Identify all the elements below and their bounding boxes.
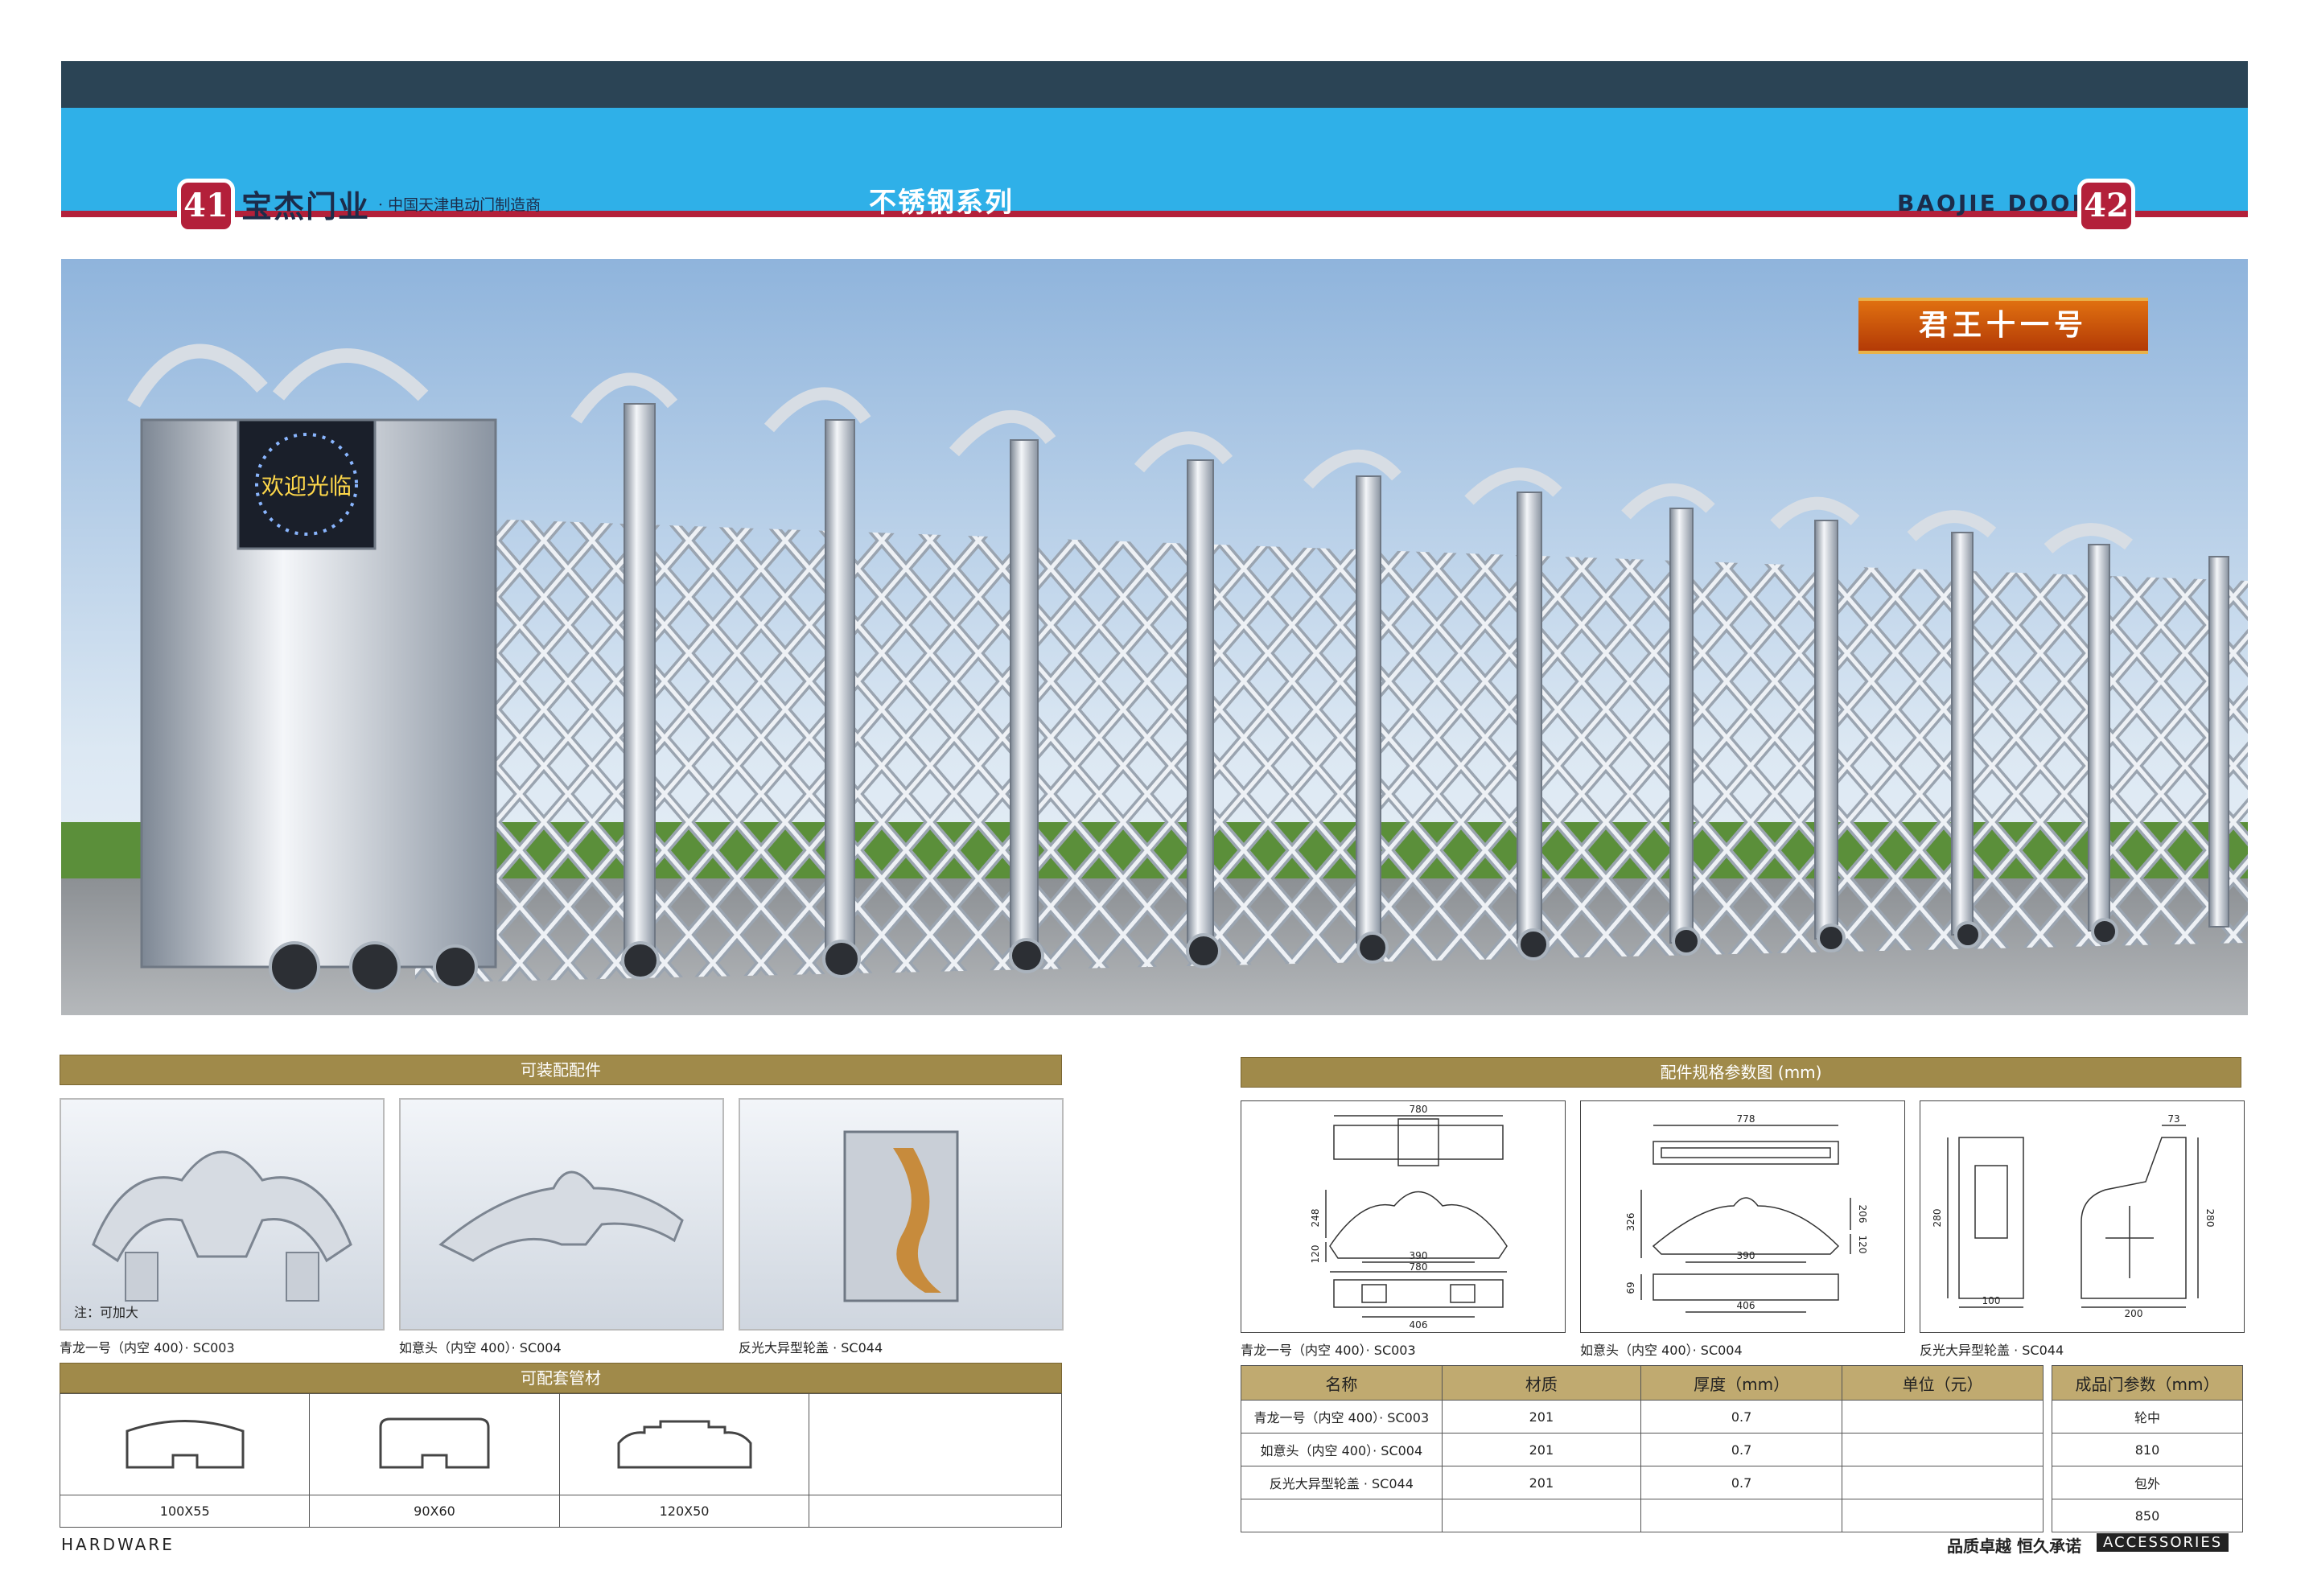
- drawings-title: 配件规格参数图 (mm): [1241, 1057, 2241, 1088]
- svg-text:406: 406: [1737, 1300, 1755, 1311]
- svg-text:778: 778: [1737, 1113, 1755, 1125]
- table-row: 810: [2052, 1433, 2243, 1466]
- svg-text:326: 326: [1625, 1213, 1636, 1232]
- profile-shape-100x55: [59, 1393, 311, 1495]
- svg-text:120: 120: [1857, 1236, 1868, 1254]
- svg-text:73: 73: [2167, 1113, 2179, 1125]
- table-row: 青龙一号（内空 400）· SC003 201 0.7: [1241, 1400, 2044, 1434]
- svg-text:406: 406: [1410, 1319, 1428, 1331]
- params-table: 成品门参数（mm） 轮中 810 包外 850: [2052, 1365, 2243, 1532]
- spec-table: 名称 材质 厚度（mm） 单位（元） 青龙一号（内空 400）· SC003 2…: [1241, 1365, 2044, 1532]
- accessory-caption-sc044: 反光大异型轮盖 · SC044: [739, 1340, 883, 1355]
- svg-text:120: 120: [1310, 1245, 1321, 1264]
- profile-label: 90X60: [309, 1495, 560, 1528]
- drawing-sc004: 778 326 206 120 390 69 406: [1580, 1100, 1905, 1333]
- svg-text:390: 390: [1410, 1250, 1428, 1261]
- table-row: 如意头（内空 400）· SC004 201 0.7: [1241, 1433, 2044, 1466]
- accessory-note: 注：可加大: [74, 1305, 138, 1320]
- drawing-caption-sc004: 如意头（内空 400）· SC004: [1580, 1343, 1743, 1358]
- svg-text:200: 200: [2125, 1308, 2143, 1319]
- svg-text:280: 280: [2204, 1209, 2216, 1228]
- spec-header-name: 名称: [1241, 1365, 1443, 1401]
- drawing-caption-sc044: 反光大异型轮盖 · SC044: [1920, 1343, 2064, 1358]
- svg-text:780: 780: [1410, 1261, 1428, 1273]
- brand-name: 宝杰门业: [241, 189, 371, 224]
- table-row: 包外: [2052, 1466, 2243, 1499]
- profile-label: 100X55: [59, 1495, 311, 1528]
- footer-slogan: 品质卓越 恒久承诺: [1947, 1536, 2081, 1556]
- profile-label: 120X50: [558, 1495, 810, 1528]
- brand-tagline: · 中国天津电动门制造商: [378, 196, 541, 214]
- spec-header-price: 单位（元）: [1842, 1365, 2044, 1401]
- svg-text:780: 780: [1410, 1104, 1428, 1115]
- svg-text:280: 280: [1932, 1209, 1943, 1228]
- spec-header-material: 材质: [1441, 1365, 1642, 1401]
- accessories-title: 可装配配件: [60, 1055, 1062, 1085]
- accessory-caption-sc004: 如意头（内空 400）· SC004: [399, 1340, 562, 1355]
- drawing-sc044: 280 100 73 280 200: [1920, 1100, 2245, 1333]
- table-row: 850: [2052, 1499, 2243, 1532]
- params-header: 成品门参数（mm）: [2052, 1365, 2243, 1401]
- svg-text:206: 206: [1857, 1205, 1868, 1224]
- spec-header-thickness: 厚度（mm）: [1640, 1365, 1843, 1401]
- accessory-photo-sc044: [739, 1098, 1064, 1331]
- profiles-table: 100X55 90X60 120X50: [59, 1393, 1062, 1528]
- profile-shape-empty: [809, 1393, 1062, 1495]
- footer-accessories-badge: ACCESSORIES: [2097, 1533, 2229, 1552]
- welcome-sign-text: 欢迎光临: [261, 473, 352, 500]
- profile-shape-90x60: [309, 1393, 560, 1495]
- accessory-caption-sc003: 青龙一号（内空 400）· SC003: [60, 1340, 235, 1355]
- drawing-caption-sc003: 青龙一号（内空 400）· SC003: [1241, 1343, 1416, 1358]
- footer-hardware: HARDWARE: [61, 1535, 175, 1554]
- svg-text:69: 69: [1625, 1281, 1636, 1294]
- table-row: [1241, 1499, 2044, 1532]
- gate-illustration: 欢迎光临: [61, 259, 2248, 1015]
- gate-photo: 欢迎光临: [61, 259, 2248, 1015]
- profile-shape-120x50: [558, 1393, 810, 1495]
- page-number-left: 41: [177, 179, 235, 233]
- accessory-photo-sc004: [399, 1098, 724, 1331]
- table-row: 轮中: [2052, 1400, 2243, 1434]
- page-number-right: 42: [2077, 179, 2135, 233]
- profiles-title: 可配套管材: [60, 1363, 1062, 1393]
- series-title: 不锈钢系列: [869, 187, 1014, 219]
- svg-text:390: 390: [1737, 1250, 1755, 1261]
- svg-text:100: 100: [1982, 1295, 2001, 1306]
- svg-text:248: 248: [1310, 1209, 1321, 1228]
- profile-label: [809, 1495, 1062, 1528]
- header-top-band: [61, 61, 2248, 108]
- product-name-banner: 君王十一号: [1858, 298, 2148, 354]
- accessory-photo-sc003: 注：可加大: [60, 1098, 385, 1331]
- drawing-sc003: 780 248 120 390 780 406: [1241, 1100, 1566, 1333]
- table-row: 反光大异型轮盖 · SC044 201 0.7: [1241, 1466, 2044, 1499]
